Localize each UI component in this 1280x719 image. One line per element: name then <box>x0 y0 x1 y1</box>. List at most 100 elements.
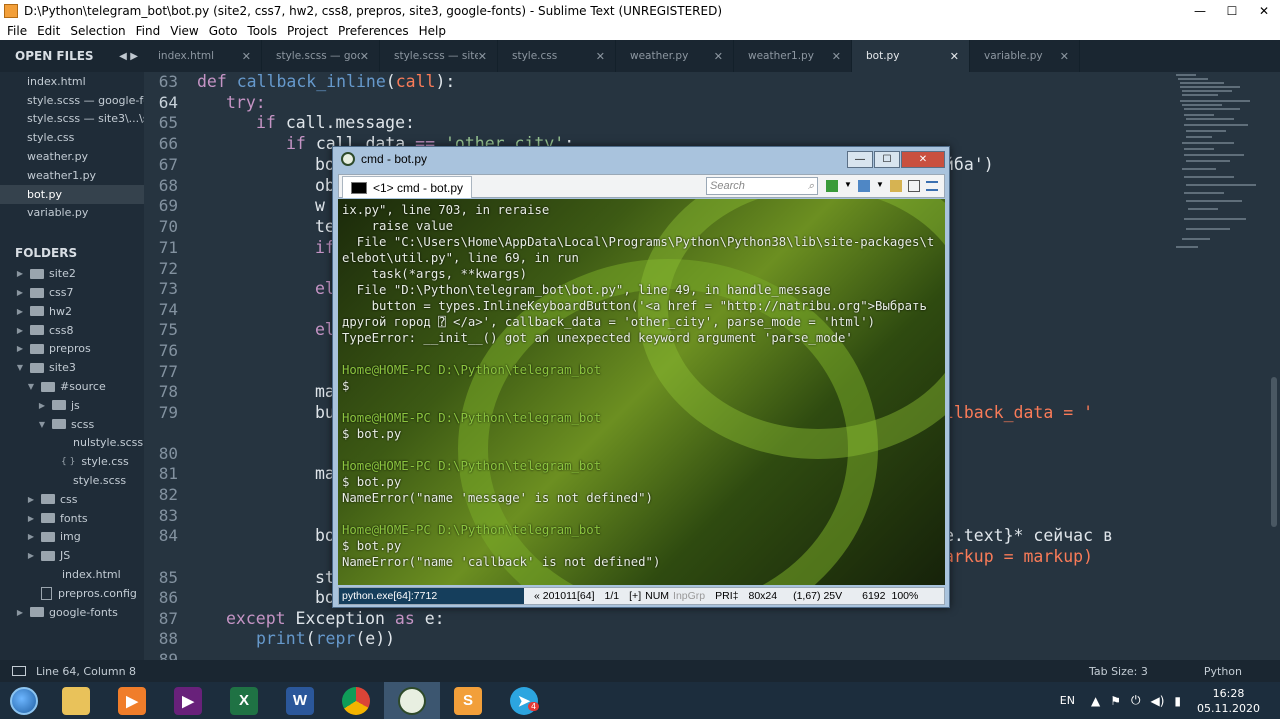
menu-find[interactable]: Find <box>131 24 166 38</box>
open-file-style-scss-site3[interactable]: style.scss — site3\...\scss <box>0 110 144 129</box>
chevron-right-icon[interactable]: ▶ <box>14 344 26 353</box>
clock[interactable]: 16:28 05.11.2020 <box>1197 686 1260 716</box>
tab-style-css[interactable]: style.css ✕ <box>498 40 616 72</box>
menu-preferences[interactable]: Preferences <box>333 24 414 38</box>
chevron-right-icon[interactable]: ▶ <box>25 514 37 523</box>
start-button[interactable] <box>0 682 48 719</box>
menu-view[interactable]: View <box>165 24 203 38</box>
split-view-icon[interactable] <box>858 180 870 192</box>
network-icon[interactable]: ▮ <box>1174 694 1181 708</box>
search-icon[interactable]: ⌕ <box>808 180 814 193</box>
maximize-button[interactable]: ☐ <box>1216 0 1248 22</box>
tab-weather1-py[interactable]: weather1.py ✕ <box>734 40 852 72</box>
tab-close-icon[interactable]: ✕ <box>950 50 959 63</box>
flag-icon[interactable]: ⚑ <box>1110 694 1121 708</box>
folder-tree-item[interactable]: ▶ img <box>0 528 144 547</box>
menu-icon[interactable] <box>926 181 938 191</box>
chevron-right-icon[interactable]: ▶ <box>36 401 48 410</box>
cmd-close-button[interactable]: ✕ <box>901 150 945 168</box>
tab-style-scss-site3[interactable]: style.scss — site3\...\scss✕ <box>380 40 498 72</box>
tab-close-icon[interactable]: ✕ <box>596 50 605 63</box>
dropdown-icon[interactable]: ▼ <box>876 180 884 192</box>
cmd-maximize-button[interactable]: ☐ <box>874 150 900 168</box>
open-file-index-html[interactable]: index.html <box>0 72 144 91</box>
chevron-right-icon[interactable]: ▶ <box>14 326 26 335</box>
chevron-down-icon[interactable]: ▼ <box>14 363 26 372</box>
folder-tree-item[interactable]: ▶ site2 <box>0 264 144 283</box>
chevron-right-icon[interactable]: ▶ <box>14 269 26 278</box>
tab-style-scss-google-fonts[interactable]: style.scss — google-fonts\...\scss✕ <box>262 40 380 72</box>
folder-tree-item[interactable]: ▶ prepros <box>0 340 144 359</box>
cmd-titlebar[interactable]: cmd - bot.py — ☐ ✕ <box>333 147 949 171</box>
chevron-down-icon[interactable]: ▼ <box>25 382 37 391</box>
language-indicator[interactable]: EN <box>1060 694 1075 707</box>
menu-tools[interactable]: Tools <box>242 24 282 38</box>
tab-close-icon[interactable]: ✕ <box>242 50 251 63</box>
open-file-style-css[interactable]: style.css <box>0 128 144 147</box>
taskbar-explorer[interactable] <box>48 682 104 719</box>
folder-tree-item[interactable]: ▶ hw2 <box>0 302 144 321</box>
chevron-right-icon[interactable]: ▶ <box>25 495 37 504</box>
menu-file[interactable]: File <box>2 24 32 38</box>
folder-tree-item[interactable]: ▼ site3 <box>0 358 144 377</box>
close-button[interactable]: ✕ <box>1248 0 1280 22</box>
open-file-weather1-py[interactable]: weather1.py <box>0 166 144 185</box>
folder-tree-item[interactable]: ▶ js <box>0 396 144 415</box>
folder-tree-item[interactable]: index.html <box>0 565 144 584</box>
taskbar-sublime-text[interactable]: S <box>440 682 496 719</box>
minimize-button[interactable]: — <box>1184 0 1216 22</box>
cmd-window[interactable]: cmd - bot.py — ☐ ✕ <1> cmd - bot.py Sear… <box>332 146 950 608</box>
folder-tree-item[interactable]: prepros.config <box>0 584 144 603</box>
menu-help[interactable]: Help <box>414 24 451 38</box>
menu-goto[interactable]: Goto <box>204 24 243 38</box>
volume-icon[interactable]: ◀) <box>1150 694 1164 708</box>
taskbar-visual-studio[interactable]: ▶ <box>160 682 216 719</box>
folder-tree-item[interactable]: ▶ fonts <box>0 509 144 528</box>
chevron-right-icon[interactable]: ▶ <box>14 608 26 617</box>
console-output[interactable]: ix.py", line 703, in reraise raise value… <box>338 199 945 585</box>
menu-project[interactable]: Project <box>282 24 333 38</box>
tab-bot-py[interactable]: bot.py ✕ <box>852 40 970 72</box>
menu-edit[interactable]: Edit <box>32 24 65 38</box>
chevron-right-icon[interactable]: ▶ <box>14 288 26 297</box>
vertical-scrollbar[interactable] <box>1268 72 1280 660</box>
tab-close-icon[interactable]: ✕ <box>1060 50 1069 63</box>
open-file-bot-py[interactable]: bot.py <box>0 184 144 204</box>
folder-tree-item[interactable]: ▶ css7 <box>0 283 144 302</box>
scrollbar-thumb[interactable] <box>1271 377 1277 527</box>
tab-close-icon[interactable]: ✕ <box>478 50 487 63</box>
dropdown-icon[interactable]: ▼ <box>844 180 852 192</box>
chevron-right-icon[interactable]: ▶ <box>25 551 37 560</box>
taskbar-excel[interactable]: X <box>216 682 272 719</box>
cmd-minimize-button[interactable]: — <box>847 150 873 168</box>
folder-tree-item[interactable]: ▶ css <box>0 490 144 509</box>
syntax-selector[interactable]: Python <box>1204 665 1242 678</box>
search-input[interactable]: Search ⌕ <box>706 177 818 195</box>
taskbar-telegram[interactable]: ➤ 4 <box>496 682 552 719</box>
chevron-right-icon[interactable]: ▶ <box>25 532 37 541</box>
folder-tree-item[interactable]: ▼ #source <box>0 377 144 396</box>
chevron-right-icon[interactable]: ▶ <box>14 307 26 316</box>
folder-tree-item[interactable]: ▶ css8 <box>0 321 144 340</box>
folder-tree-item[interactable]: ▼ scss <box>0 415 144 434</box>
tab-close-icon[interactable]: ✕ <box>714 50 723 63</box>
open-file-weather-py[interactable]: weather.py <box>0 147 144 166</box>
console-tab[interactable]: <1> cmd - bot.py <box>342 176 473 198</box>
tab-variable-py[interactable]: variable.py ✕ <box>970 40 1080 72</box>
folder-tree-item[interactable]: style.scss <box>0 471 144 490</box>
power-icon[interactable]: ⏻ <box>1131 693 1141 708</box>
new-console-icon[interactable] <box>826 180 838 192</box>
tab-close-icon[interactable]: ✕ <box>360 50 369 63</box>
panel-toggle-icon[interactable] <box>12 666 26 676</box>
folder-tree-item[interactable]: ▶ JS <box>0 546 144 565</box>
tab-nav-arrows[interactable]: ◀ ▶ <box>119 51 138 62</box>
tab-close-icon[interactable]: ✕ <box>832 50 841 63</box>
chevron-down-icon[interactable]: ▼ <box>36 420 48 429</box>
tab-index-html[interactable]: index.html ✕ <box>144 40 262 72</box>
open-file-style-scss-google-fonts[interactable]: style.scss — google-fonts\...\scss <box>0 91 144 110</box>
window-mode-icon[interactable] <box>908 180 920 192</box>
taskbar-chrome[interactable] <box>328 682 384 719</box>
taskbar-media-player[interactable]: ▶ <box>104 682 160 719</box>
folder-tree-item[interactable]: ▶ google-fonts <box>0 603 144 622</box>
folder-tree-item[interactable]: { } style.css <box>0 452 144 471</box>
